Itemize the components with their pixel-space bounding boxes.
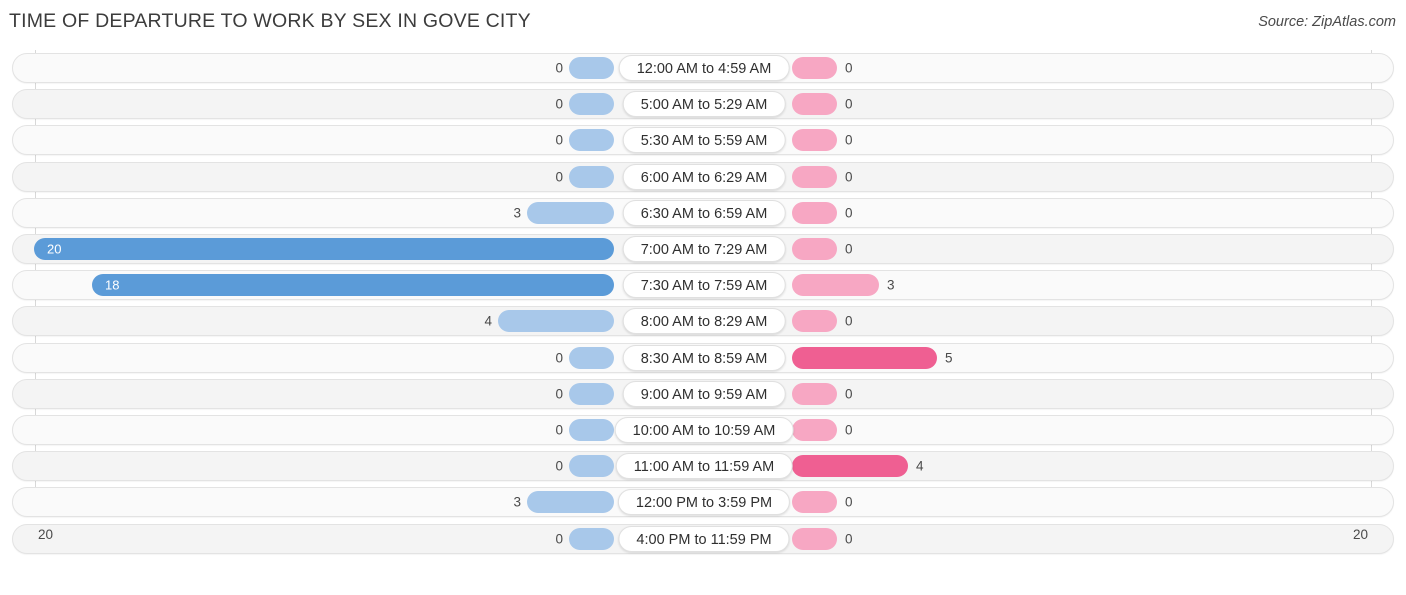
bar-male[interactable]: [569, 419, 614, 441]
chart-row[interactable]: 4 0 8:00 AM to 8:29 AM: [12, 306, 1394, 337]
bar-male[interactable]: [34, 238, 614, 260]
bar-female[interactable]: [792, 274, 879, 297]
bar-female[interactable]: [792, 310, 837, 333]
bar-male[interactable]: [569, 455, 614, 478]
value-label-male: 3: [513, 205, 521, 221]
value-label-female: 4: [916, 458, 924, 474]
bar-male[interactable]: [569, 93, 614, 116]
value-label-male: 18: [105, 277, 120, 293]
chart-header: TIME OF DEPARTURE TO WORK BY SEX IN GOVE…: [0, 0, 1406, 46]
bar-female[interactable]: [792, 93, 837, 116]
chart-row[interactable]: 0 0 5:30 AM to 5:59 AM: [12, 125, 1394, 156]
bar-male[interactable]: [569, 57, 614, 79]
category-pill[interactable]: 12:00 PM to 3:59 PM: [617, 489, 791, 516]
chart-row[interactable]: 0 5 8:30 AM to 8:59 AM: [12, 342, 1394, 373]
page-title: TIME OF DEPARTURE TO WORK BY SEX IN GOVE…: [9, 10, 531, 32]
value-label-male: 0: [555, 96, 563, 112]
category-pill[interactable]: 7:00 AM to 7:29 AM: [622, 236, 786, 262]
chart-row[interactable]: 0 0 10:00 AM to 10:59 AM: [12, 415, 1394, 445]
chart-row[interactable]: 0 0 12:00 AM to 4:59 AM: [12, 53, 1394, 83]
value-label-female: 0: [845, 96, 853, 112]
bar-male[interactable]: [527, 201, 614, 224]
bar-female[interactable]: [792, 238, 837, 260]
value-label-male: 0: [555, 458, 563, 474]
bar-male[interactable]: [569, 382, 614, 405]
category-pill[interactable]: 5:30 AM to 5:59 AM: [622, 127, 786, 154]
value-label-male: 0: [555, 132, 563, 148]
value-label-male: 4: [484, 313, 492, 329]
value-label-female: 0: [845, 422, 853, 438]
value-label-female: 0: [845, 60, 853, 76]
bar-female[interactable]: [792, 57, 837, 79]
chart-row[interactable]: 3 0 12:00 PM to 3:59 PM: [12, 487, 1394, 518]
bar-female[interactable]: [792, 455, 908, 478]
chart-page: TIME OF DEPARTURE TO WORK BY SEX IN GOVE…: [0, 0, 1406, 595]
value-label-female: 0: [845, 132, 853, 148]
value-label-female: 0: [845, 205, 853, 221]
chart-row[interactable]: 0 4 11:00 AM to 11:59 AM: [12, 451, 1394, 482]
value-label-female: 0: [845, 386, 853, 402]
value-label-female: 0: [845, 169, 853, 185]
value-label-female: 0: [845, 313, 853, 329]
value-label-male: 3: [513, 494, 521, 510]
chart-row[interactable]: 3 0 6:30 AM to 6:59 AM: [12, 197, 1394, 228]
chart-row[interactable]: 0 0 9:00 AM to 9:59 AM: [12, 378, 1394, 409]
category-pill[interactable]: 7:30 AM to 7:59 AM: [622, 272, 786, 299]
bar-female[interactable]: [792, 346, 937, 369]
value-label-male: 0: [555, 386, 563, 402]
bar-male[interactable]: [569, 129, 614, 152]
value-label-male: 0: [555, 422, 563, 438]
category-pill[interactable]: 9:00 AM to 9:59 AM: [622, 380, 786, 407]
category-pill[interactable]: 10:00 AM to 10:59 AM: [614, 417, 794, 443]
value-label-male: 0: [555, 169, 563, 185]
category-pill[interactable]: 4:00 PM to 11:59 PM: [618, 525, 790, 552]
category-pill[interactable]: 6:30 AM to 6:59 AM: [622, 199, 786, 226]
value-label-female: 0: [845, 241, 853, 257]
chart-row[interactable]: 18 3 7:30 AM to 7:59 AM: [12, 270, 1394, 301]
bar-male[interactable]: [92, 274, 614, 297]
value-label-male: 0: [555, 350, 563, 366]
bar-female[interactable]: [792, 382, 837, 405]
category-pill[interactable]: 8:30 AM to 8:59 AM: [622, 344, 786, 371]
category-pill[interactable]: 11:00 AM to 11:59 AM: [615, 453, 793, 480]
value-label-male: 0: [555, 60, 563, 76]
bar-female[interactable]: [792, 491, 837, 514]
chart-plot-area: 0 0 12:00 AM to 4:59 AM 0 0 5:00 AM to 5:29 A…: [0, 46, 1406, 554]
bar-female[interactable]: [792, 129, 837, 152]
value-label-female: 5: [945, 350, 953, 366]
source-attribution: Source: ZipAtlas.com: [1258, 14, 1396, 30]
bar-female[interactable]: [792, 419, 837, 441]
category-pill[interactable]: 8:00 AM to 8:29 AM: [622, 308, 786, 335]
bar-female[interactable]: [792, 201, 837, 224]
value-label-male: 20: [47, 241, 62, 257]
bar-male[interactable]: [527, 491, 614, 514]
value-label-female: 0: [845, 494, 853, 510]
category-pill[interactable]: 5:00 AM to 5:29 AM: [622, 91, 786, 118]
bar-male[interactable]: [498, 310, 614, 333]
bar-male[interactable]: [569, 346, 614, 369]
chart-row[interactable]: 20 0 7:00 AM to 7:29 AM: [12, 234, 1394, 264]
category-pill[interactable]: 6:00 AM to 6:29 AM: [622, 163, 786, 190]
bar-male[interactable]: [569, 165, 614, 188]
value-label-female: 3: [887, 277, 895, 293]
chart-row[interactable]: 0 0 5:00 AM to 5:29 AM: [12, 89, 1394, 120]
bar-female[interactable]: [792, 165, 837, 188]
category-pill[interactable]: 12:00 AM to 4:59 AM: [618, 55, 790, 81]
chart-row[interactable]: 0 0 6:00 AM to 6:29 AM: [12, 161, 1394, 192]
